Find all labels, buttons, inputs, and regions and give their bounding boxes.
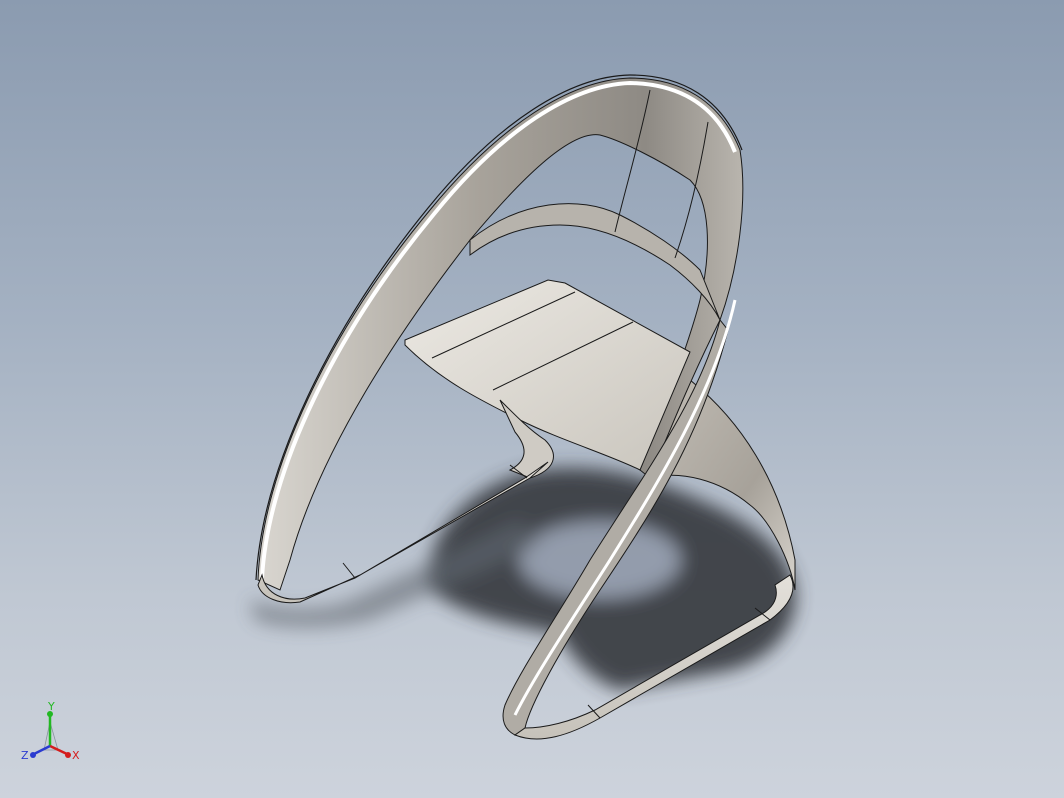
triad-x-label: X (72, 749, 80, 762)
chair-model[interactable] (0, 0, 1064, 798)
reference-triad: Y X Z (21, 700, 80, 762)
graphics-viewport[interactable]: Y X Z (0, 0, 1064, 798)
triad-y-label: Y (47, 700, 55, 713)
triad-x-tip (65, 752, 71, 758)
triad-z-tip (30, 752, 36, 758)
floor-shadow (250, 467, 796, 690)
seat-panel[interactable] (404, 279, 691, 471)
left-runner-seam-1 (342, 562, 356, 579)
triad-z-label: Z (21, 749, 29, 762)
